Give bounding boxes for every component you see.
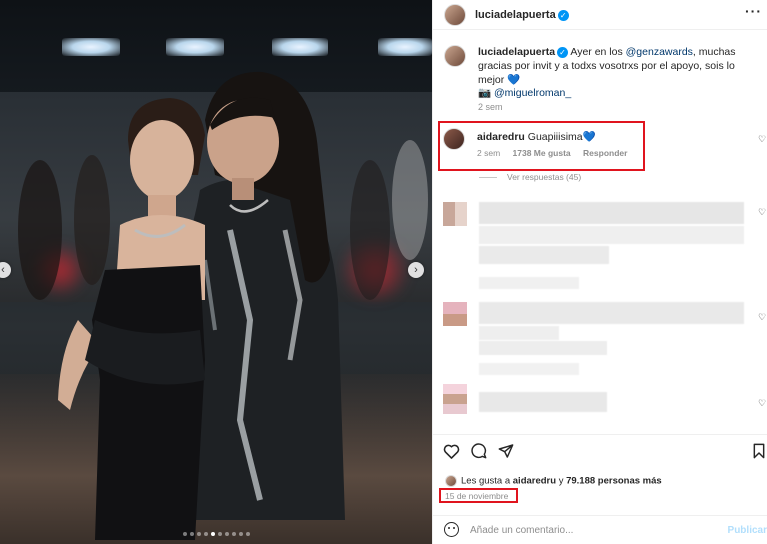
reply-button[interactable]: Responder [583, 148, 627, 158]
photographer-mention[interactable]: @miguelroman_ [494, 87, 571, 99]
blurred-comment [479, 392, 607, 412]
comment-input[interactable]: Añade un comentario... [470, 525, 573, 536]
author-avatar[interactable] [444, 4, 466, 26]
carousel-dot-active [211, 532, 215, 536]
carousel-dots [183, 532, 250, 536]
commenter-avatar[interactable] [443, 128, 465, 150]
carousel-dot [246, 532, 250, 536]
carousel-dot [204, 532, 208, 536]
carousel-dot [239, 532, 243, 536]
like-comment-heart-icon[interactable]: ♡ [758, 134, 766, 145]
add-comment-bar: Añade un comentario... Publicar [432, 515, 767, 544]
caption-avatar[interactable] [444, 45, 466, 67]
highlighted-comment: aidaredru Guapiiisima💙 2 sem 1738 Me gus… [443, 126, 643, 166]
carousel-dot [197, 532, 201, 536]
share-icon[interactable] [498, 443, 514, 459]
liker-avatar[interactable] [445, 475, 457, 487]
carousel-dot [218, 532, 222, 536]
likes-summary: Les gusta a aidaredru y 79.188 personas … [445, 475, 662, 487]
blurred-avatar [443, 202, 467, 226]
blurred-comment [479, 246, 609, 264]
comment-timestamp[interactable]: 2 sem [477, 148, 500, 158]
heart-icon[interactable] [443, 443, 460, 459]
publish-button[interactable]: Publicar [728, 525, 767, 536]
like-comment-heart-icon[interactable]: ♡ [758, 207, 766, 218]
bookmark-icon[interactable] [752, 443, 766, 459]
blurred-meta [479, 277, 579, 289]
liker-username[interactable]: aidaredru [513, 476, 556, 487]
post-photo[interactable]: ‹ › [0, 0, 432, 544]
people-figures [18, 71, 428, 540]
caption-timestamp[interactable]: 2 sem [478, 102, 503, 112]
carousel-dot [225, 532, 229, 536]
verified-icon: ✓ [557, 9, 569, 21]
more-options-icon[interactable]: ··· [745, 3, 762, 19]
blurred-comment [479, 341, 607, 355]
blurred-comment [479, 326, 559, 340]
event-mention[interactable]: @genzawards [626, 46, 693, 58]
comment-likes[interactable]: 1738 Me gusta [513, 148, 571, 158]
emoji-icon[interactable] [444, 522, 459, 537]
camera-icon: 📷 [478, 87, 492, 99]
blurred-comment [479, 226, 744, 244]
divider [432, 434, 767, 435]
post-header: luciadelapuerta ✓ ··· [433, 0, 767, 30]
like-comment-heart-icon[interactable]: ♡ [758, 398, 766, 409]
caption-username[interactable]: luciadelapuerta [478, 46, 555, 58]
blurred-avatar [443, 302, 467, 326]
blurred-avatar [443, 384, 467, 414]
blurred-comment [479, 202, 744, 224]
carousel-dot [190, 532, 194, 536]
post-date[interactable]: 15 de noviembre [445, 491, 508, 501]
view-replies-link[interactable]: Ver respuestas (45) [479, 172, 581, 182]
likes-count[interactable]: 79.188 personas más [566, 476, 662, 487]
blurred-comment [479, 302, 744, 324]
post-sidebar: luciadelapuerta ✓ ··· luciadelapuerta ✓ Ay… [432, 0, 767, 544]
next-slide-button[interactable]: › [408, 262, 424, 278]
comment-icon[interactable] [471, 443, 487, 459]
verified-icon: ✓ [557, 46, 569, 58]
author-username[interactable]: luciadelapuerta [475, 9, 556, 21]
blurred-meta [479, 363, 579, 375]
carousel-dot [232, 532, 236, 536]
commenter-username[interactable]: aidaredru [477, 131, 525, 143]
carousel-dot [183, 532, 187, 536]
like-comment-heart-icon[interactable]: ♡ [758, 312, 766, 323]
comment-text: Guapiiisima💙 [527, 131, 596, 143]
